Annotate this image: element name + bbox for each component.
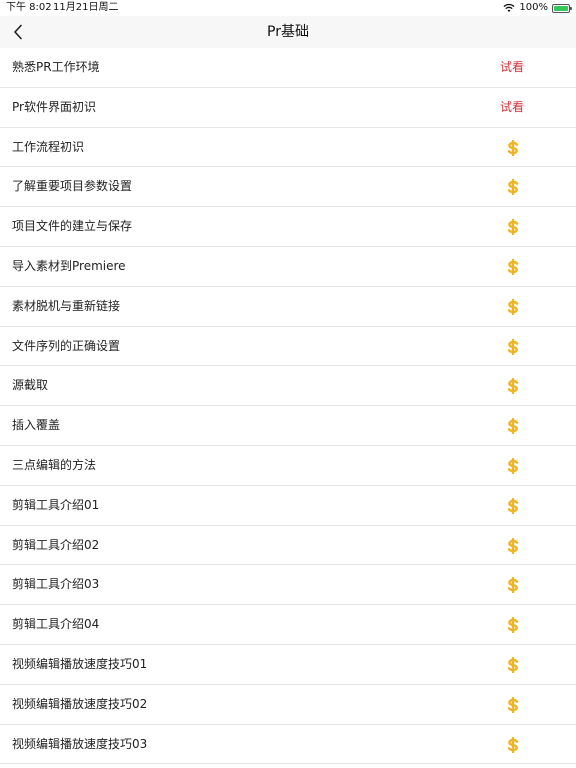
- lesson-title: 了解重要项目参数设置: [12, 179, 133, 194]
- lesson-title: 视频编辑播放速度技巧03: [12, 736, 148, 751]
- lesson-row[interactable]: 源截取: [0, 366, 576, 407]
- status-bar: 下午 8:02 11月21日周二 100%: [0, 0, 576, 16]
- dollar-icon: [507, 656, 519, 673]
- dollar-icon: [507, 298, 519, 315]
- lesson-row[interactable]: 素材脱机与重新链接: [0, 287, 576, 327]
- dollar-icon: [507, 258, 519, 275]
- status-indicators: 100%: [503, 0, 572, 16]
- lesson-title: 项目文件的建立与保存: [12, 219, 133, 234]
- lesson-title: 素材脱机与重新链接: [12, 298, 121, 313]
- lesson-title: 剪辑工具介绍04: [12, 617, 100, 632]
- lesson-row[interactable]: Pr软件界面初识 试看: [0, 88, 576, 128]
- lesson-title: Pr软件界面初识: [12, 99, 96, 114]
- dollar-icon: [507, 139, 519, 156]
- lesson-row[interactable]: 文件序列的正确设置: [0, 327, 576, 367]
- dollar-icon: [507, 418, 519, 435]
- lesson-title: 剪辑工具介绍01: [12, 497, 100, 512]
- lesson-row[interactable]: 视频编辑播放速度技巧02: [0, 685, 576, 725]
- wifi-icon: [503, 3, 515, 13]
- lesson-row[interactable]: 剪辑工具介绍01: [0, 486, 576, 526]
- dollar-icon: [507, 457, 519, 474]
- lesson-title: 插入覆盖: [12, 418, 61, 433]
- trial-badge: 试看: [499, 99, 524, 114]
- navigation-bar: Pr基础: [0, 16, 576, 48]
- battery-fill: [554, 5, 568, 11]
- app-window: 下午 8:02 11月21日周二 100% Pr基础 熟悉PR工作环境 试看 P…: [0, 0, 576, 768]
- lesson-row[interactable]: 视频编辑播放速度技巧01: [0, 645, 576, 685]
- status-date: 11月21日周二: [53, 2, 119, 13]
- battery-percent: 100%: [519, 2, 548, 13]
- lesson-title: 文件序列的正确设置: [12, 338, 121, 353]
- dollar-icon: [507, 179, 519, 196]
- lesson-title: 熟悉PR工作环境: [12, 60, 100, 74]
- lesson-title: 剪辑工具介绍03: [12, 577, 100, 592]
- page-title: Pr基础: [267, 24, 309, 40]
- lesson-row[interactable]: 了解重要项目参数设置: [0, 167, 576, 208]
- dollar-icon: [507, 537, 519, 554]
- lesson-row[interactable]: 项目文件的建立与保存: [0, 207, 576, 247]
- lesson-title: 剪辑工具介绍02: [12, 537, 100, 552]
- dollar-icon: [507, 736, 519, 753]
- lesson-title: 视频编辑播放速度技巧01: [12, 656, 148, 671]
- lesson-list: 熟悉PR工作环境 试看 Pr软件界面初识 试看 工作流程初识 了解重要项目参数设置 项目文件…: [0, 48, 576, 765]
- lesson-row[interactable]: 剪辑工具介绍04: [0, 605, 576, 645]
- lesson-row[interactable]: 导入素材到Premiere: [0, 247, 576, 287]
- lesson-title: 三点编辑的方法: [12, 457, 97, 472]
- lesson-row[interactable]: 剪辑工具介绍03: [0, 565, 576, 606]
- dollar-icon: [507, 378, 519, 395]
- trial-badge: 试看: [499, 60, 524, 74]
- lesson-row[interactable]: 工作流程初识: [0, 128, 576, 168]
- status-time: 下午 8:02: [6, 2, 52, 13]
- lesson-title: 工作流程初识: [12, 139, 85, 154]
- lesson-row[interactable]: 插入覆盖: [0, 406, 576, 446]
- battery-icon: [552, 3, 572, 13]
- lesson-row[interactable]: 视频编辑播放速度技巧03: [0, 725, 576, 765]
- dollar-icon: [507, 577, 519, 594]
- dollar-icon: [507, 696, 519, 713]
- lesson-row[interactable]: 熟悉PR工作环境 试看: [0, 48, 576, 88]
- dollar-icon: [507, 497, 519, 514]
- dollar-icon: [507, 338, 519, 355]
- lesson-row[interactable]: 剪辑工具介绍02: [0, 526, 576, 566]
- dollar-icon: [507, 219, 519, 236]
- lesson-title: 源截取: [12, 378, 49, 393]
- lesson-title: 导入素材到Premiere: [12, 258, 126, 273]
- dollar-icon: [507, 617, 519, 634]
- lesson-title: 视频编辑播放速度技巧02: [12, 696, 148, 711]
- lesson-row[interactable]: 三点编辑的方法: [0, 446, 576, 486]
